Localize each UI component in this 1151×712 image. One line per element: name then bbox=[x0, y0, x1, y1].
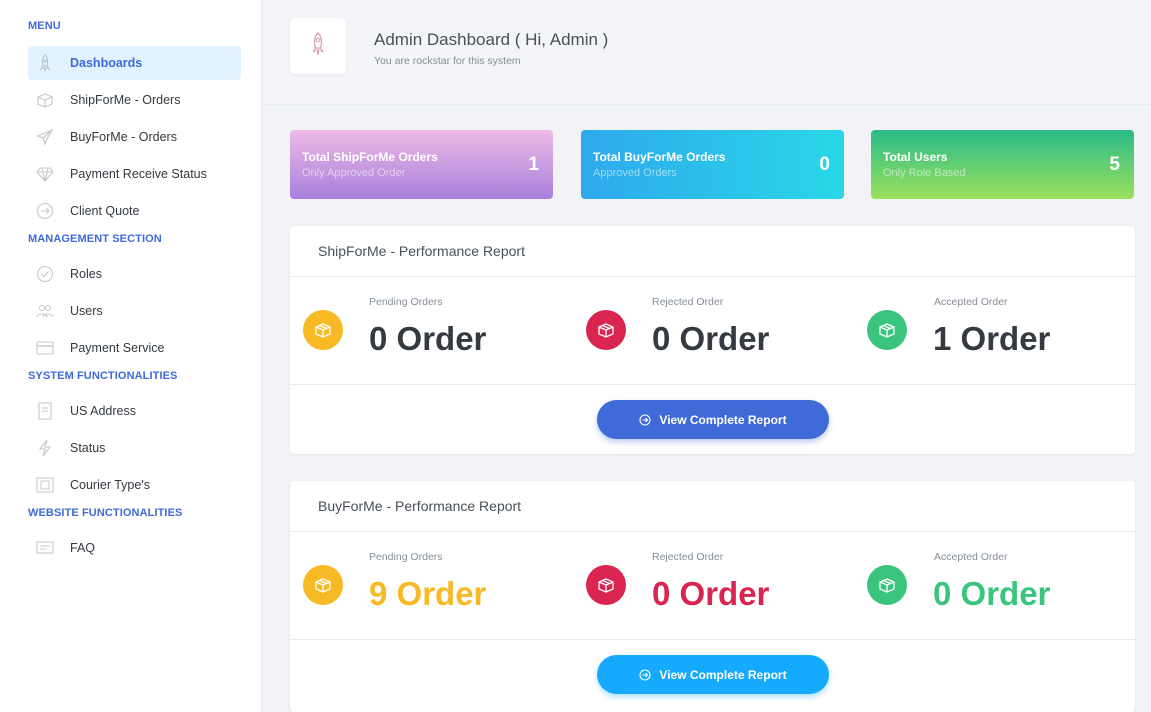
arrow-circle-icon bbox=[36, 202, 54, 220]
stat-title: Total Users bbox=[883, 150, 948, 164]
card-body: Pending Orders 0 Order Rejected Order 0 … bbox=[290, 277, 1135, 385]
stat-card-total-users: Total Users Only Role Based 5 bbox=[871, 130, 1134, 199]
users-icon bbox=[36, 302, 54, 320]
sidebar-item-label: BuyForMe - Orders bbox=[70, 130, 177, 144]
sidebar-item-label: Dashboards bbox=[70, 56, 143, 70]
menu-section-title: MENU bbox=[28, 20, 61, 32]
widget-value: 0 Order bbox=[652, 320, 770, 357]
card-footer: View Complete Report bbox=[290, 385, 1135, 453]
sidebar-item-shipforme-orders[interactable]: ShipForMe - Orders bbox=[28, 83, 241, 117]
box-icon bbox=[303, 310, 343, 350]
widget-label: Accepted Order bbox=[934, 296, 1008, 308]
arrow-circle-icon bbox=[639, 413, 651, 426]
buyforme-report-card: BuyForMe - Performance Report Pending Or… bbox=[290, 481, 1135, 712]
widget-value: 0 Order bbox=[933, 575, 1051, 612]
page-header: Admin Dashboard ( Hi, Admin ) You are ro… bbox=[264, 0, 1151, 105]
widget-value: 0 Order bbox=[369, 320, 487, 357]
widget-label: Rejected Order bbox=[652, 296, 724, 308]
sidebar-item-label: Client Quote bbox=[70, 204, 140, 218]
sidebar-item-users[interactable]: Users bbox=[28, 294, 241, 328]
button-label: View Complete Report bbox=[659, 667, 787, 682]
widget-value: 9 Order bbox=[369, 575, 487, 612]
sidebar-item-label: US Address bbox=[70, 404, 137, 418]
stat-title: Total BuyForMe Orders bbox=[593, 150, 726, 164]
system-section-title: SYSTEM FUNCTIONALITIES bbox=[28, 370, 178, 382]
sidebar-item-courier-types[interactable]: Courier Type's bbox=[28, 468, 241, 502]
stat-title: Total ShipForMe Orders bbox=[302, 150, 438, 164]
stat-value: 0 bbox=[819, 154, 830, 175]
sidebar-item-payment-service[interactable]: Payment Service bbox=[28, 331, 241, 365]
widget-value: 1 Order bbox=[933, 320, 1051, 357]
rocket-icon bbox=[309, 31, 327, 62]
sidebar-item-label: Roles bbox=[70, 267, 102, 281]
widget-value: 0 Order bbox=[652, 575, 770, 612]
page-subtitle: You are rockstar for this system bbox=[374, 55, 521, 67]
box-icon bbox=[867, 565, 907, 605]
shipforme-report-card: ShipForMe - Performance Report Pending O… bbox=[290, 226, 1135, 454]
sidebar: MENU Dashboards ShipForMe - Orders BuyFo… bbox=[0, 0, 262, 712]
sidebar-item-dashboards[interactable]: Dashboards bbox=[28, 46, 241, 80]
card-title: BuyForMe - Performance Report bbox=[290, 481, 1135, 532]
box-icon bbox=[586, 565, 626, 605]
sidebar-item-label: Payment Receive Status bbox=[70, 167, 207, 181]
page-title: Admin Dashboard ( Hi, Admin ) bbox=[374, 30, 609, 49]
card-title: ShipForMe - Performance Report bbox=[290, 226, 1135, 277]
stat-subtitle: Only Approved Order bbox=[302, 167, 406, 179]
diamond-icon bbox=[36, 165, 54, 183]
view-complete-report-button[interactable]: View Complete Report bbox=[597, 400, 829, 439]
header-icon-box bbox=[290, 18, 346, 74]
stat-card-shipforme-orders: Total ShipForMe Orders Only Approved Ord… bbox=[290, 130, 553, 199]
card-body: Pending Orders 9 Order Rejected Order 0 … bbox=[290, 532, 1135, 640]
bolt-icon bbox=[36, 439, 54, 457]
widget-label: Accepted Order bbox=[934, 551, 1008, 563]
rocket-icon bbox=[36, 54, 54, 72]
box-icon bbox=[303, 565, 343, 605]
button-label: View Complete Report bbox=[659, 412, 787, 427]
sidebar-item-label: Status bbox=[70, 441, 106, 455]
widget-label: Rejected Order bbox=[652, 551, 724, 563]
credit-card-icon bbox=[36, 339, 54, 357]
sidebar-item-label: Courier Type's bbox=[70, 478, 150, 492]
box-icon bbox=[867, 310, 907, 350]
website-section-title: WEBSITE FUNCTIONALITIES bbox=[28, 507, 183, 519]
sidebar-item-faq[interactable]: FAQ bbox=[28, 531, 241, 565]
card-footer: View Complete Report bbox=[290, 640, 1135, 708]
stat-value: 5 bbox=[1109, 154, 1120, 175]
comment-icon bbox=[36, 539, 54, 557]
sidebar-item-status[interactable]: Status bbox=[28, 431, 241, 465]
plane-icon bbox=[36, 128, 54, 146]
view-complete-report-button[interactable]: View Complete Report bbox=[597, 655, 829, 694]
check-circle-icon bbox=[36, 265, 54, 283]
stat-subtitle: Approved Orders bbox=[593, 167, 677, 179]
sidebar-item-payment-receive-status[interactable]: Payment Receive Status bbox=[28, 157, 241, 191]
sidebar-item-roles[interactable]: Roles bbox=[28, 257, 241, 291]
sidebar-item-label: FAQ bbox=[70, 541, 96, 555]
sidebar-item-label: Payment Service bbox=[70, 341, 165, 355]
stat-subtitle: Only Role Based bbox=[883, 167, 966, 179]
management-section-title: MANAGEMENT SECTION bbox=[28, 233, 162, 245]
widget-label: Pending Orders bbox=[369, 296, 443, 308]
widget-label: Pending Orders bbox=[369, 551, 443, 563]
box-icon bbox=[36, 91, 54, 109]
sidebar-item-buyforme-orders[interactable]: BuyForMe - Orders bbox=[28, 120, 241, 154]
sidebar-item-label: ShipForMe - Orders bbox=[70, 93, 181, 107]
sidebar-item-label: Users bbox=[70, 304, 103, 318]
sidebar-item-client-quote[interactable]: Client Quote bbox=[28, 194, 241, 228]
arrow-circle-icon bbox=[639, 668, 651, 681]
sidebar-item-us-address[interactable]: US Address bbox=[28, 394, 241, 428]
document-icon bbox=[36, 402, 54, 420]
box-icon bbox=[586, 310, 626, 350]
image-icon bbox=[36, 476, 54, 494]
stat-card-buyforme-orders: Total BuyForMe Orders Approved Orders 0 bbox=[581, 130, 844, 199]
stat-value: 1 bbox=[528, 154, 539, 175]
